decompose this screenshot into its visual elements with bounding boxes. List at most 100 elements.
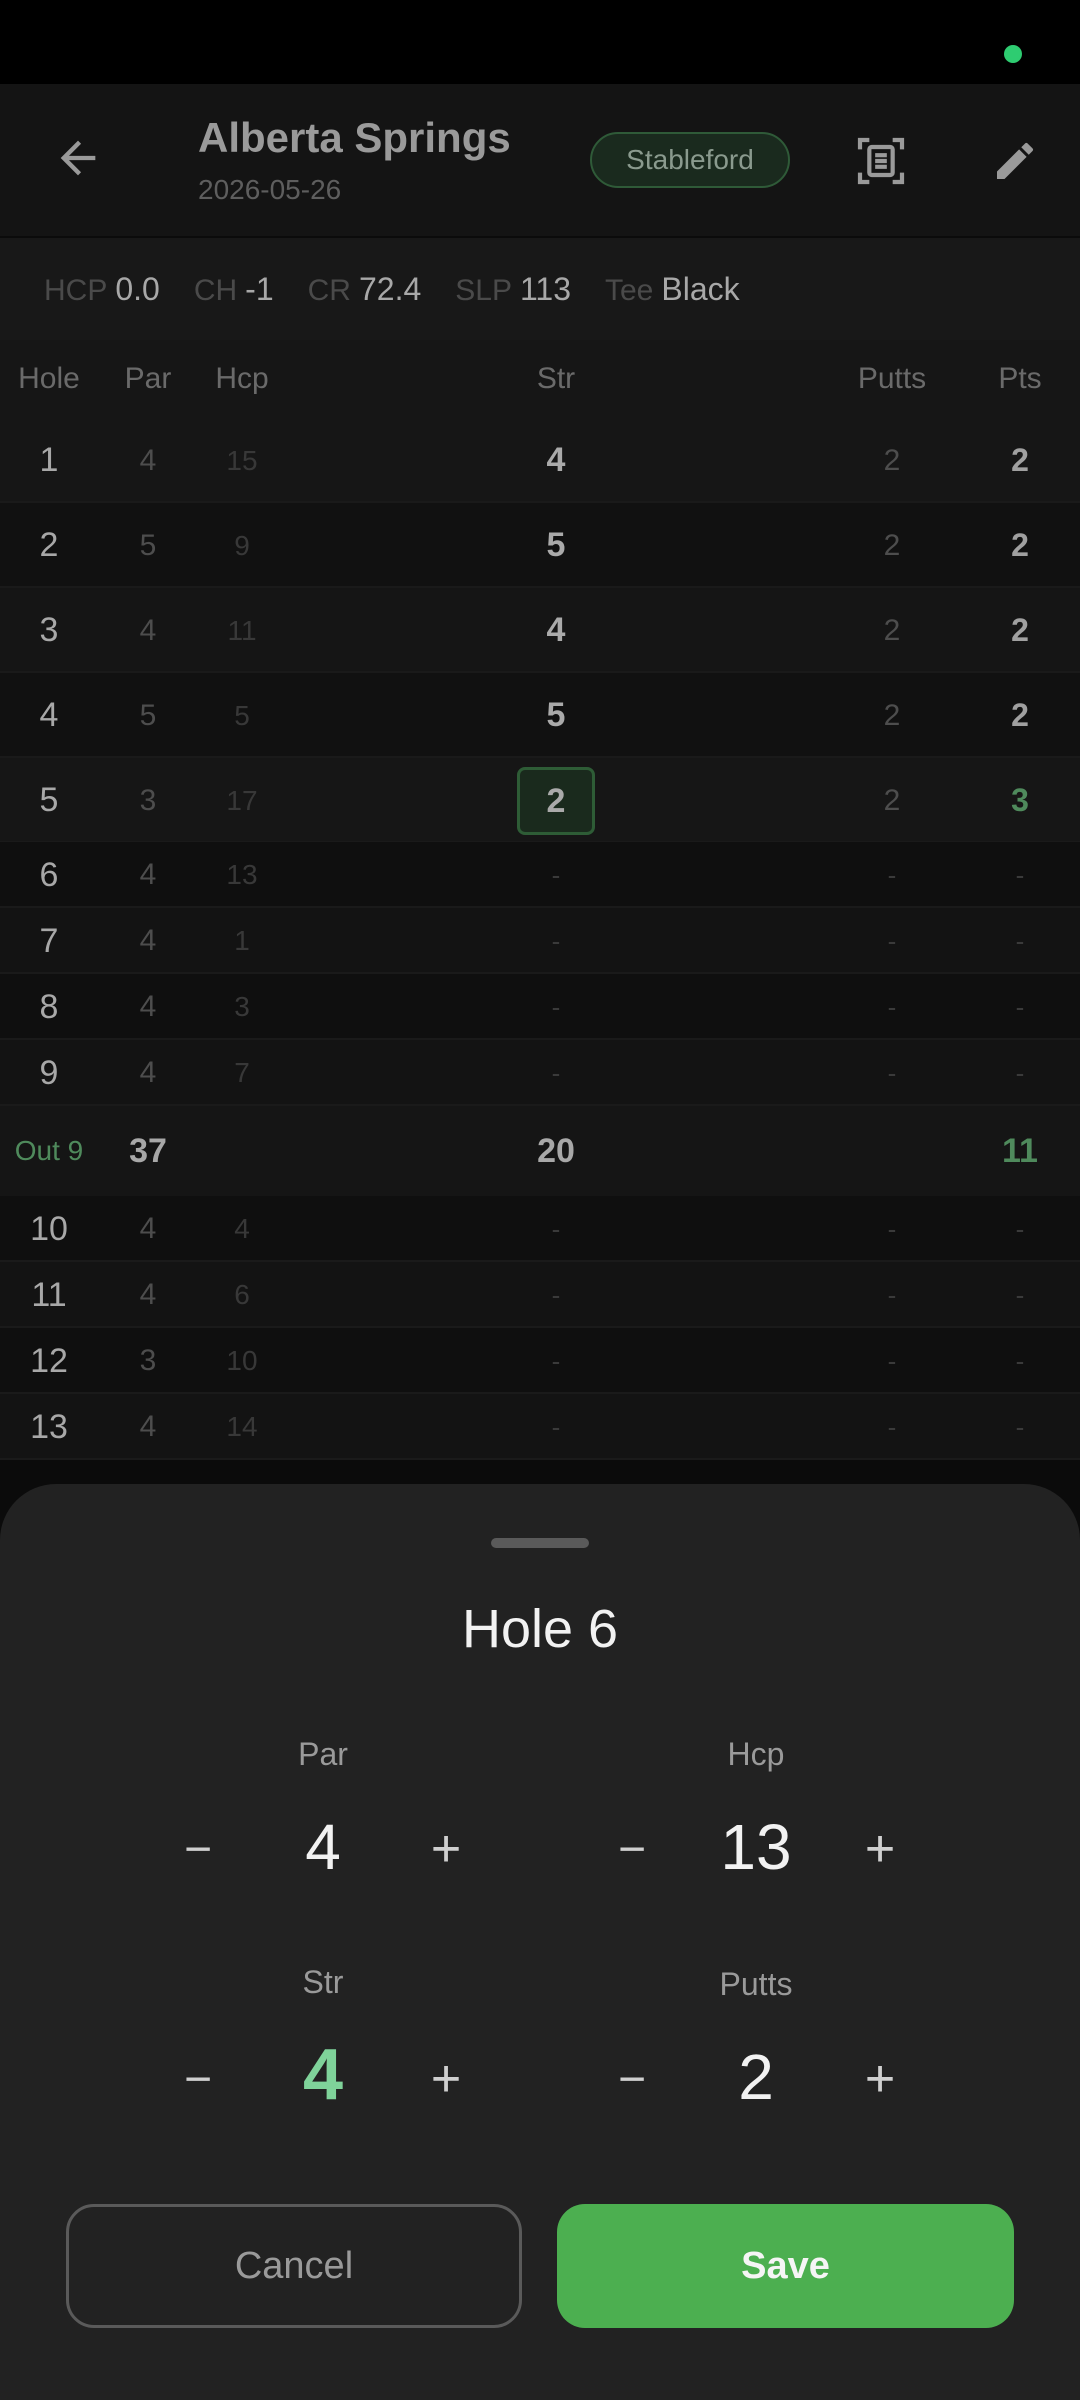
strokes-cell: 5 <box>546 526 566 564</box>
sheet-title: Hole 6 <box>461 1599 619 1659</box>
col-header-pts: Pts <box>998 362 1042 395</box>
save-button[interactable]: Save <box>557 2204 1014 2328</box>
hcp-cell: 11 <box>227 615 257 646</box>
strokes-cell: - <box>551 1346 561 1376</box>
putts-cell: 2 <box>883 784 901 817</box>
hcp-cell: 7 <box>234 1057 250 1088</box>
points-cell: - <box>1015 1412 1025 1442</box>
hcp-cell: 17 <box>226 785 258 816</box>
scan-button[interactable] <box>846 126 916 196</box>
points-cell: - <box>1015 1058 1025 1088</box>
par-cell: 3 <box>139 784 157 817</box>
table-row[interactable]: 13 4 14 - - - <box>0 1394 1080 1460</box>
par-increment-button[interactable]: + <box>401 1804 491 1894</box>
col-header-hcp: Hcp <box>215 362 269 395</box>
table-row[interactable]: 11 4 6 - - - <box>0 1262 1080 1328</box>
table-row[interactable]: 1 4 15 4 2 2 <box>0 418 1080 503</box>
plus-icon: + <box>430 1820 462 1878</box>
table-row[interactable]: 3 4 11 4 2 2 <box>0 588 1080 673</box>
arrow-back-icon <box>60 140 96 176</box>
back-button[interactable] <box>42 122 114 194</box>
strokes-cell: - <box>551 1280 561 1310</box>
putts-label: Putts <box>719 1966 793 2002</box>
strokes-decrement-button[interactable]: − <box>153 2034 243 2124</box>
points-cell: 2 <box>1011 697 1029 733</box>
table-row[interactable]: 5 3 17 2 2 3 <box>0 758 1080 843</box>
points-cell: - <box>1015 1214 1025 1244</box>
table-row[interactable]: 7 4 1 - - - <box>0 908 1080 974</box>
strokes-cell: - <box>551 992 561 1022</box>
pencil-icon <box>997 142 1034 179</box>
hcp-cell: 10 <box>226 1345 258 1376</box>
hole-number-cell: 8 <box>39 988 59 1026</box>
table-row[interactable]: 9 4 7 - - - <box>0 1040 1080 1106</box>
drag-handle[interactable] <box>491 1538 589 1548</box>
hcp-cell: 5 <box>234 700 250 731</box>
strokes-cell: - <box>551 1412 561 1442</box>
scan-document-icon <box>857 137 905 185</box>
status-bar <box>0 0 1080 84</box>
table-row[interactable]: 4 5 5 5 2 2 <box>0 673 1080 758</box>
plus-icon: + <box>864 1820 896 1878</box>
putts-increment-button[interactable]: + <box>835 2034 925 2124</box>
points-cell: 3 <box>1011 782 1029 818</box>
ch-info: CH -1 <box>193 270 274 307</box>
table-row[interactable]: 8 4 3 - - - <box>0 974 1080 1040</box>
par-cell: 4 <box>139 924 157 957</box>
scoring-format-badge[interactable]: Stableford <box>590 132 790 188</box>
table-row[interactable]: 12 3 10 - - - <box>0 1328 1080 1394</box>
par-cell: 4 <box>139 1212 157 1245</box>
col-header-putts: Putts <box>857 362 927 395</box>
hcp-value: 13 <box>720 1811 792 1883</box>
putts-value: 2 <box>738 2041 774 2113</box>
hcp-cell: 3 <box>234 991 250 1022</box>
par-cell: 4 <box>139 990 157 1023</box>
points-cell: - <box>1015 926 1025 956</box>
out-nine-strokes: 20 <box>537 1132 575 1170</box>
points-cell: 2 <box>1011 442 1029 478</box>
hcp-cell: 13 <box>226 859 258 890</box>
out-nine-label: Out 9 <box>14 1135 84 1166</box>
hcp-info: HCP 0.0 <box>44 270 160 307</box>
putts-cell: - <box>887 992 897 1022</box>
points-cell: - <box>1015 1280 1025 1310</box>
strokes-cell: - <box>551 860 561 890</box>
edit-button[interactable] <box>980 126 1050 196</box>
table-row[interactable]: 6 4 13 - - - <box>0 842 1080 908</box>
putts-cell: 2 <box>883 699 901 732</box>
hole-number-cell: 12 <box>30 1342 68 1380</box>
par-decrement-button[interactable]: − <box>153 1804 243 1894</box>
minus-icon: − <box>617 2052 647 2106</box>
minus-icon: − <box>183 2052 213 2106</box>
hole-number-cell: 2 <box>39 526 59 564</box>
hcp-label: Hcp <box>727 1736 785 1772</box>
strokes-cell: - <box>551 926 561 956</box>
putts-cell: - <box>887 1214 897 1244</box>
hole-number-cell: 11 <box>31 1276 67 1314</box>
hcp-cell: 9 <box>234 530 250 561</box>
points-cell: - <box>1015 992 1025 1022</box>
hole-number-cell: 1 <box>39 441 59 479</box>
hole-edit-sheet: Hole 6 Par − 4 + Hcp − 13 + Str − 4 + Pu… <box>0 1484 1080 2400</box>
table-row[interactable]: 10 4 4 - - - <box>0 1196 1080 1262</box>
par-label: Par <box>298 1736 348 1772</box>
points-cell: 2 <box>1011 612 1029 648</box>
tee-info: Tee Black <box>604 270 740 307</box>
strokes-cell: - <box>551 1058 561 1088</box>
cr-info: CR 72.4 <box>307 270 422 307</box>
course-title: Alberta Springs <box>198 114 511 161</box>
putts-decrement-button[interactable]: − <box>587 2034 677 2124</box>
putts-cell: - <box>887 1412 897 1442</box>
par-cell: 5 <box>139 699 157 732</box>
strokes-label: Str <box>302 1964 344 2000</box>
hcp-decrement-button[interactable]: − <box>587 1804 677 1894</box>
strokes-increment-button[interactable]: + <box>401 2034 491 2124</box>
table-row[interactable]: 2 5 9 5 2 2 <box>0 503 1080 588</box>
cancel-button[interactable]: Cancel <box>66 2204 522 2328</box>
strokes-cell: - <box>551 1214 561 1244</box>
par-cell: 4 <box>139 444 157 477</box>
par-cell: 4 <box>139 614 157 647</box>
hcp-increment-button[interactable]: + <box>835 1804 925 1894</box>
strokes-value: 4 <box>302 2035 344 2115</box>
minus-icon: − <box>183 1822 213 1876</box>
